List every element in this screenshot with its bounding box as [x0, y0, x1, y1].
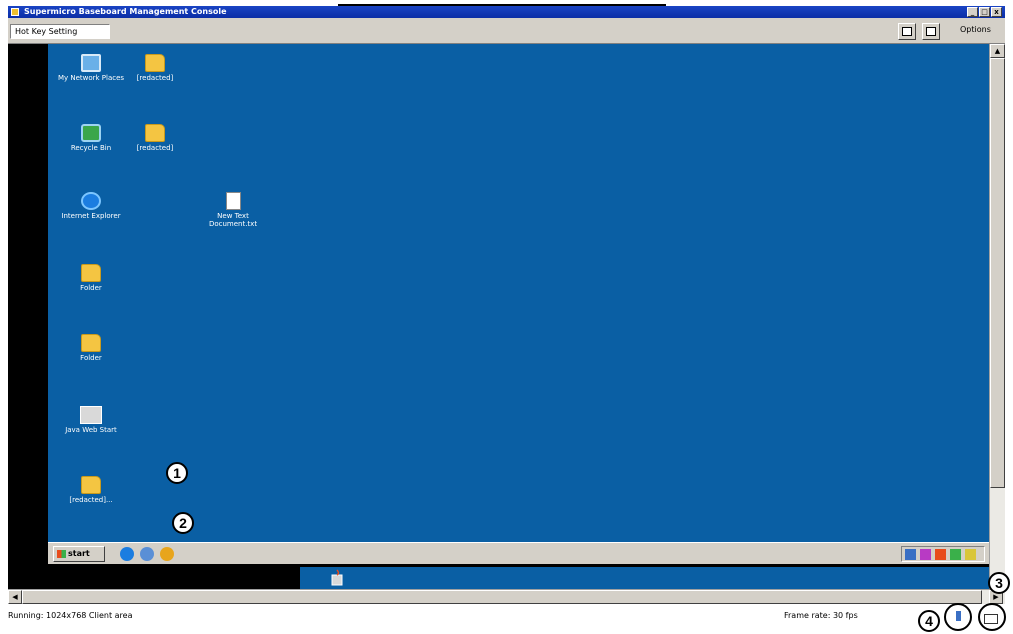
folder-icon: [81, 334, 101, 352]
remote-desktop-viewport[interactable]: My Network Places [redacted] Recycle Bin…: [8, 44, 989, 589]
icon-label: Folder: [80, 354, 102, 362]
desktop-icon-folder[interactable]: [redacted]: [120, 54, 190, 82]
callout-ring-mouse: [978, 603, 1006, 631]
desktop-icon-text-document[interactable]: New Text Document.txt: [198, 192, 268, 228]
icon-label: [redacted]: [136, 144, 174, 152]
status-right: Frame rate: 30 fps: [784, 611, 858, 620]
tray-icon[interactable]: [920, 549, 931, 560]
system-tray: [901, 546, 985, 562]
icon-label: [redacted]...: [69, 496, 113, 504]
computer-icon: [81, 54, 101, 72]
icon-label: Internet Explorer: [61, 212, 121, 220]
status-left: Running: 1024x768 Client area: [8, 611, 133, 620]
desktop-icon-folder[interactable]: [redacted]...: [56, 476, 126, 504]
folder-icon: [81, 476, 101, 494]
desktop-icon-recycle-bin[interactable]: Recycle Bin: [56, 124, 126, 152]
icon-label: My Network Places: [57, 74, 125, 82]
desktop-icon-network[interactable]: My Network Places: [56, 54, 126, 82]
text-document-icon: [225, 192, 241, 210]
remote-console-app: Supermicro Baseboard Management Console …: [0, 0, 1013, 634]
icon-label: [redacted]: [136, 74, 174, 82]
hot-key-dropdown[interactable]: Hot Key Setting: [10, 24, 110, 39]
minimize-button[interactable]: _: [967, 7, 978, 17]
app-icon: [11, 8, 19, 16]
callout-1: 1: [166, 462, 188, 484]
icon-label: Java Web Start: [65, 426, 117, 434]
desktop-icon-internet-explorer[interactable]: Internet Explorer: [56, 192, 126, 220]
callout-ring-keyboard: [944, 603, 972, 631]
folder-icon: [145, 54, 165, 72]
icon-label: Recycle Bin: [70, 144, 112, 152]
scroll-up-button[interactable]: ▲: [990, 44, 1005, 58]
window-title: Supermicro Baseboard Management Console: [24, 7, 227, 16]
icon-label: Folder: [80, 284, 102, 292]
desktop-icon-folder[interactable]: Folder: [56, 334, 126, 362]
callout-3: 3: [988, 572, 1010, 594]
explorer-quicklaunch-icon[interactable]: [140, 547, 154, 561]
media-quicklaunch-icon[interactable]: [160, 547, 174, 561]
start-button[interactable]: start: [53, 546, 105, 562]
toolbar: Hot Key Setting Options: [8, 18, 1005, 44]
internet-explorer-icon: [81, 192, 101, 210]
icon-label: New Text Document.txt: [208, 212, 258, 228]
keyboard-icon: [926, 27, 936, 36]
floppy-icon: [902, 27, 912, 36]
tray-icon[interactable]: [935, 549, 946, 560]
window-title-bar[interactable]: Supermicro Baseboard Management Console …: [8, 6, 1005, 18]
ie-quicklaunch-icon[interactable]: [120, 547, 134, 561]
maximize-button[interactable]: □: [979, 7, 990, 17]
horizontal-scrollbar[interactable]: ◀ ▶: [8, 589, 1005, 604]
scroll-thumb[interactable]: [22, 590, 982, 604]
scroll-left-button[interactable]: ◀: [8, 590, 22, 604]
remote-desktop-overflow: [300, 567, 989, 589]
recycle-bin-icon: [81, 124, 101, 142]
remote-taskbar: start: [48, 542, 989, 564]
tray-icon[interactable]: [950, 549, 961, 560]
desktop-icon-folder[interactable]: [redacted]: [120, 124, 190, 152]
save-screenshot-button[interactable]: [898, 23, 916, 40]
scroll-thumb[interactable]: [990, 58, 1005, 488]
callout-2: 2: [172, 512, 194, 534]
vertical-scrollbar[interactable]: ▲: [989, 44, 1005, 589]
java-icon: [80, 406, 102, 424]
status-bar: Running: 1024x768 Client area Frame rate…: [8, 606, 1005, 628]
close-button[interactable]: x: [991, 7, 1002, 17]
java-icon: [331, 569, 343, 586]
desktop-icon-java[interactable]: Java Web Start: [56, 406, 126, 434]
folder-icon: [81, 264, 101, 282]
keyboard-button[interactable]: [922, 23, 940, 40]
remote-desktop[interactable]: My Network Places [redacted] Recycle Bin…: [48, 44, 989, 564]
callout-4: 4: [918, 610, 940, 632]
tray-icon[interactable]: [965, 549, 976, 560]
options-menu[interactable]: Options: [960, 25, 991, 34]
tray-icon[interactable]: [905, 549, 916, 560]
folder-icon: [145, 124, 165, 142]
desktop-icon-folder[interactable]: Folder: [56, 264, 126, 292]
